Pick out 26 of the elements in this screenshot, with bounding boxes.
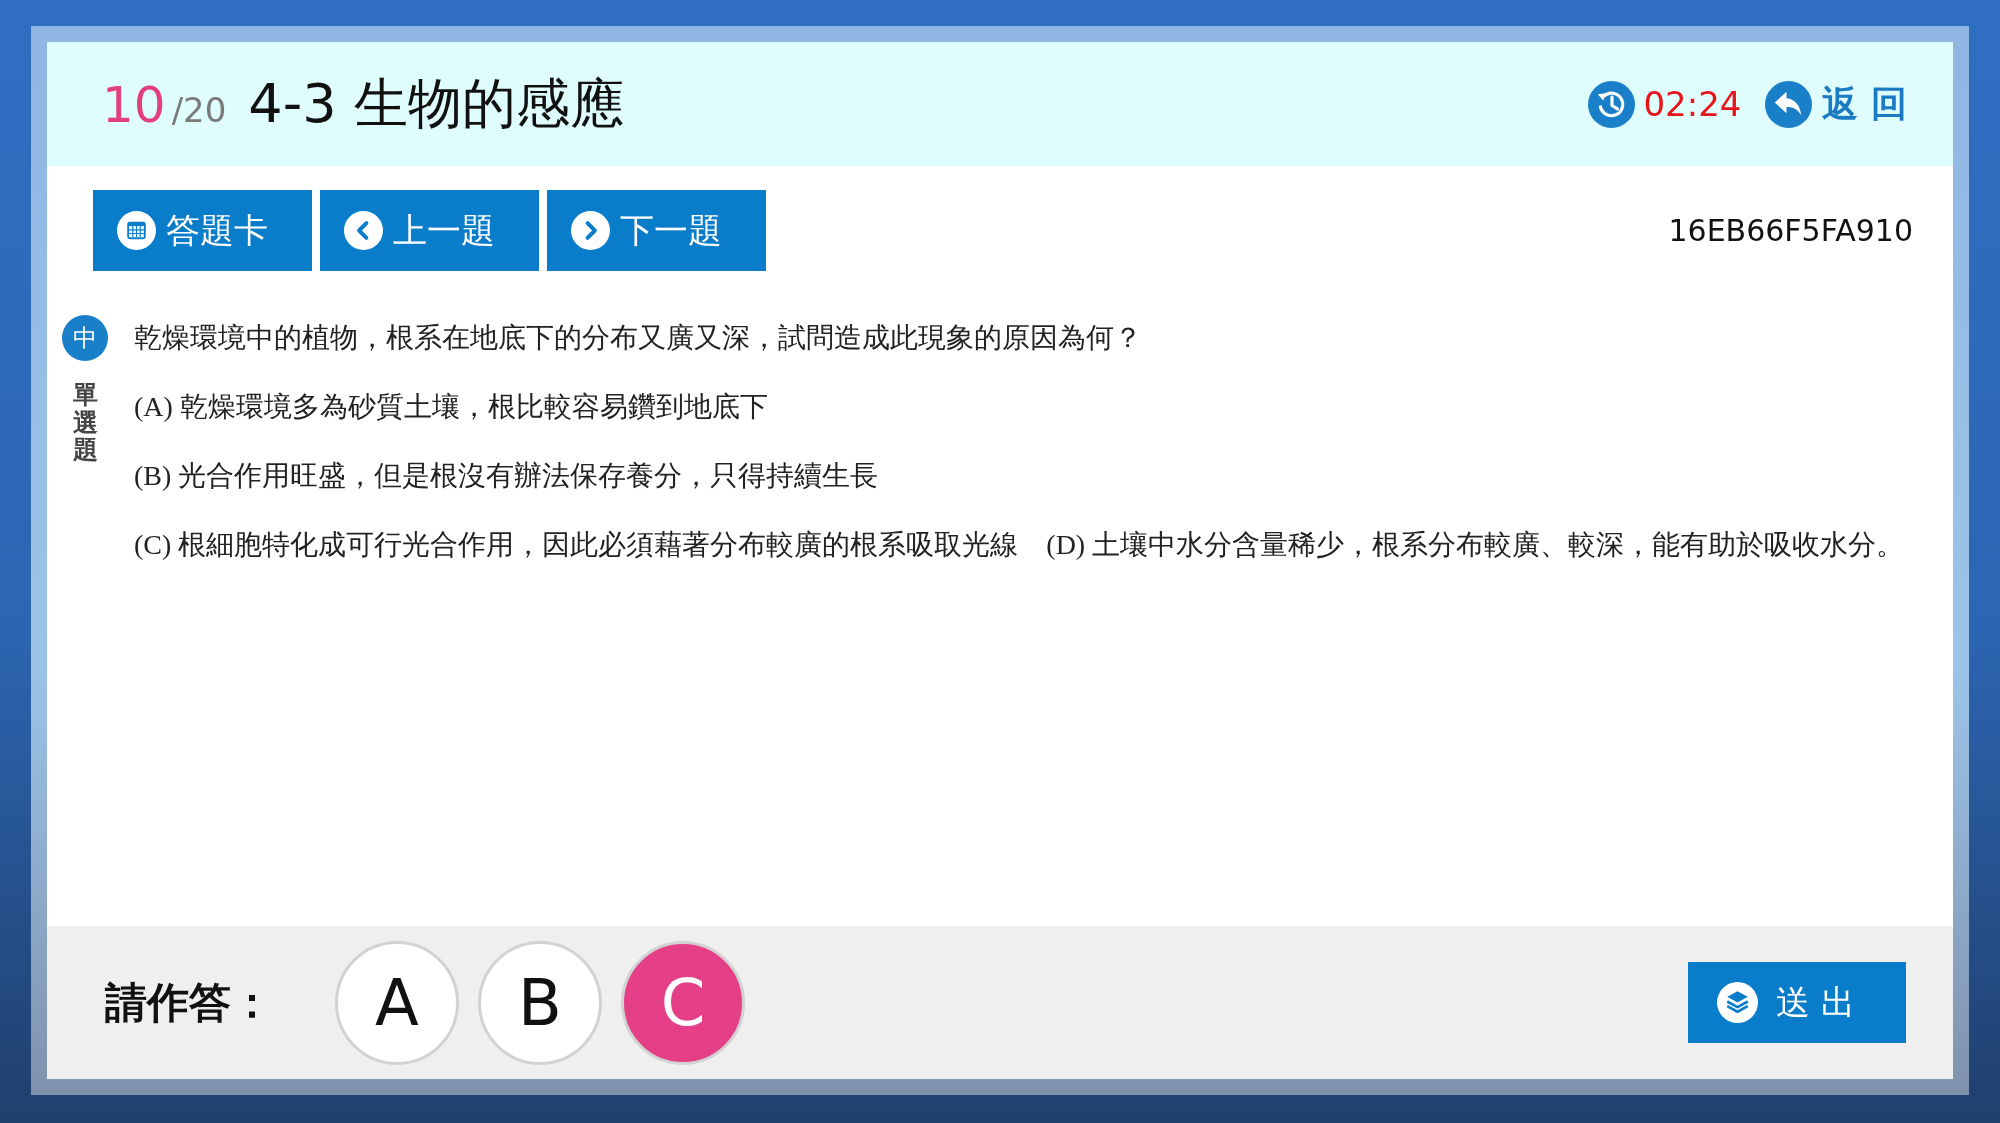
choice-button[interactable]: B [478,940,602,1065]
question-number: 10 [102,79,166,130]
chevron-left-icon [344,211,383,250]
quiz-title: 4-3 生物的感應 [248,71,624,137]
question-type: 單選題 [72,381,98,464]
choice-button[interactable]: C [621,940,745,1065]
next-question-button[interactable]: 下一題 [547,190,766,271]
chevron-right-icon [571,211,610,250]
question-total: /20 [171,92,227,127]
previous-question-button[interactable]: 上一題 [320,190,539,271]
choice-button[interactable]: A [335,940,459,1065]
clock-history-icon [1588,80,1636,128]
question-text: 乾燥環境中的植物，根系在地底下的分布又廣又深，試問造成此現象的原因為何？ [134,321,1143,355]
question-code: 16EB66F5FA910 [1668,212,1913,250]
answer-card-button[interactable]: 答題卡 [93,190,312,271]
countdown-timer: 02:24 [1643,82,1742,126]
layers-icon [1717,982,1758,1023]
answer-prompt: 請作答： [105,977,273,1029]
answer-option: (C) 根細胞特化成可行光合作用，因此必須藉著分布較廣的根系吸取光線 [134,522,1019,568]
calendar-icon [117,211,156,250]
answer-option: (D) 土壤中水分含量稀少，根系分布較廣、較深，能有助於吸收水分。 [1046,522,1905,568]
difficulty-badge: 中 [62,315,108,361]
answer-option: (A) 乾燥環境多為砂質土壤，根比較容易鑽到地底下 [134,384,768,430]
submit-button[interactable]: 送 出 [1688,962,1906,1043]
back-button[interactable]: 返 回 [1765,77,1907,131]
answer-option: (B) 光合作用旺盛，但是根沒有辦法保存養分，只得持續生長 [134,453,879,499]
